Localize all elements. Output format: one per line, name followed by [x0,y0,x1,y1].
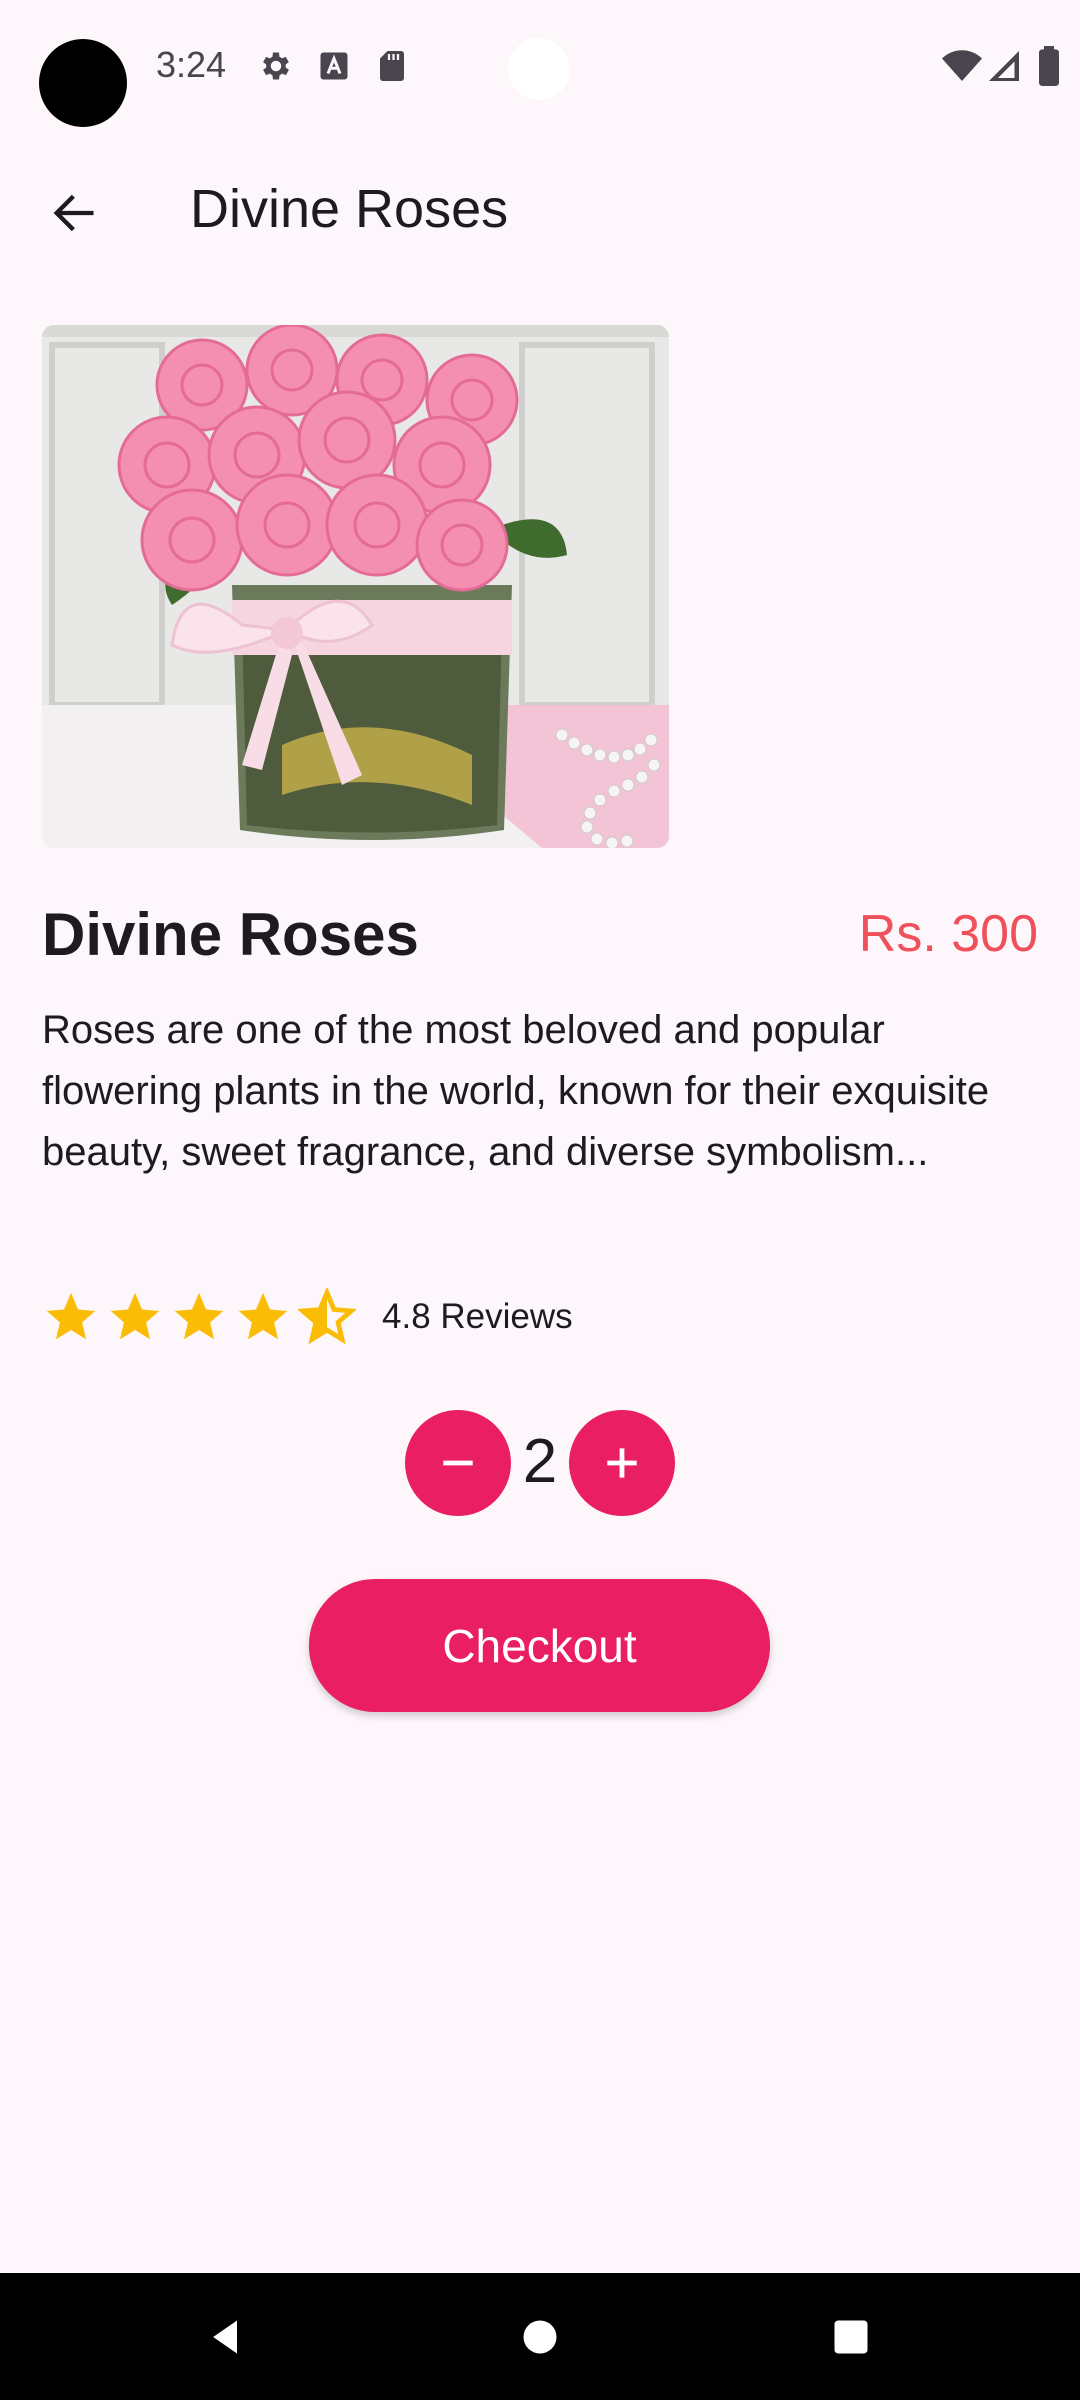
back-button[interactable] [34,173,114,253]
app-bar: Divine Roses [0,150,1080,270]
wifi-icon [942,50,982,81]
product-price: Rs. 300 [858,905,1038,963]
battery-icon [1039,46,1059,86]
plus-icon [607,1448,637,1478]
page-title: Divine Roses [190,179,509,239]
reviews-label: 4.8 Reviews [382,1297,573,1336]
star-full-icon [110,1292,160,1340]
checkout-button[interactable]: Checkout [309,1579,770,1712]
back-triangle-icon [213,2320,237,2354]
status-time: 3:24 [156,44,227,85]
sd-card-icon [380,51,404,81]
quantity-value: 2 [522,1427,558,1496]
nav-back-button[interactable] [190,2301,262,2373]
product-detail-screen: 3:24 Divine Roses Divine Roses Rs. 300 R… [0,0,1080,2400]
recents-square-icon [834,2320,868,2354]
camera-cutout [39,39,127,127]
font-a-icon [320,52,348,80]
status-bar: 3:24 [0,0,1080,130]
arrow-back-icon [53,194,94,232]
product-name: Divine Roses [42,901,419,968]
home-circle-icon [523,2320,557,2354]
front-camera [508,38,570,100]
star-full-icon [46,1292,96,1340]
star-full-icon [238,1292,288,1340]
rating-row: 4.8 Reviews [42,1285,573,1349]
nav-recents-button[interactable] [815,2301,887,2373]
product-description: Roses are one of the most beloved and po… [42,1008,990,1174]
roses-vase-illustration [42,325,669,848]
product-image [42,325,669,848]
star-half-icon [298,1288,356,1345]
quantity-stepper: 2 [0,1410,1080,1516]
decrement-button[interactable] [405,1410,511,1516]
minus-icon [443,1460,473,1466]
signal-icon [989,51,1019,81]
increment-button[interactable] [569,1410,675,1516]
settings-icon [263,52,289,80]
system-nav-bar [0,2273,1080,2400]
nav-home-button[interactable] [504,2301,576,2373]
star-full-icon [174,1292,224,1340]
